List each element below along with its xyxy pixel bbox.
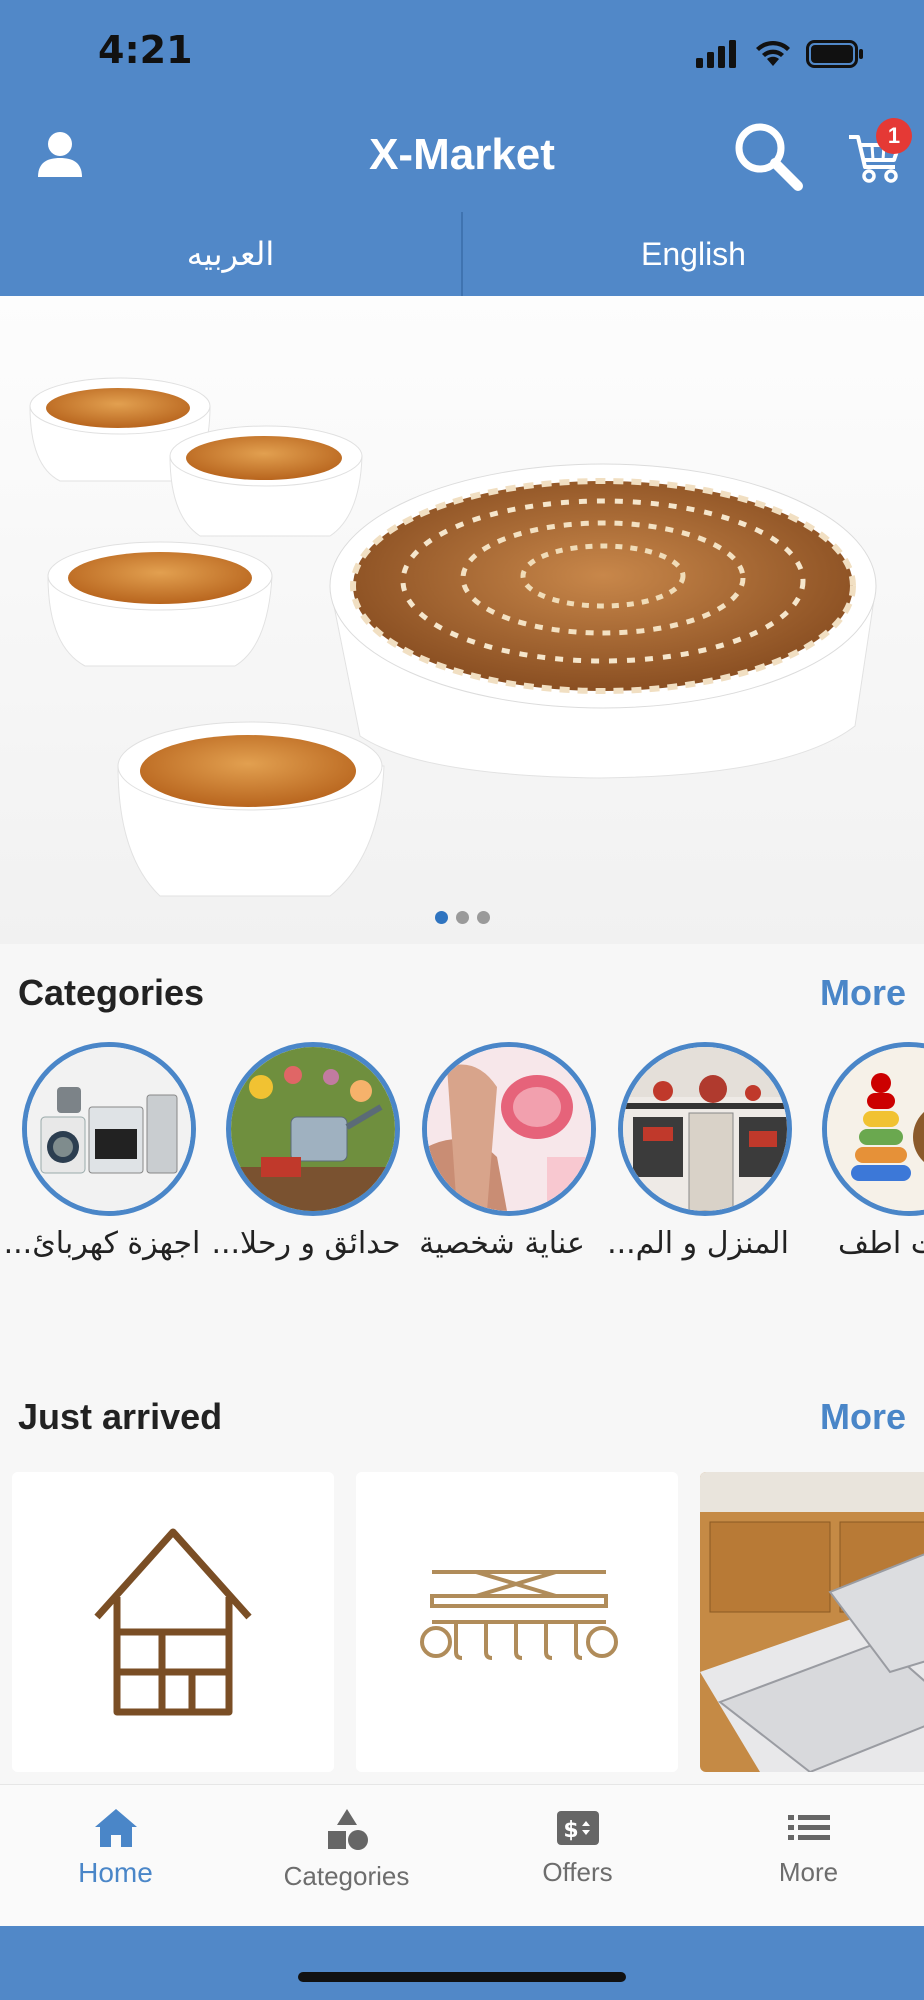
product-image-wall-rack <box>356 1472 678 1772</box>
arabic-language-button[interactable]: العربيه <box>0 212 461 296</box>
banner-dot-1[interactable] <box>434 911 448 924</box>
product-image-kitchen-mats <box>700 1472 924 1772</box>
status-time: 4:21 <box>98 28 193 72</box>
price-tag-icon: $ <box>556 1811 599 1845</box>
language-bar: العربيه English <box>0 212 924 296</box>
shapes-icon <box>327 1809 368 1850</box>
category-image-personal-care <box>422 1042 596 1216</box>
just-arrived-row <box>0 1472 924 1782</box>
category-label: المنزل و الم... <box>607 1226 789 1261</box>
banner-dot-3[interactable] <box>476 911 490 924</box>
home-indicator <box>298 1972 626 1982</box>
category-label: عات اطف <box>837 1226 924 1261</box>
english-language-button[interactable]: English <box>463 212 924 296</box>
category-item-home-kitchen[interactable]: المنزل و الم... <box>598 1042 798 1262</box>
banner-pagination <box>0 911 924 924</box>
categories-row: اجهزة كهربائ... حدائق و رحلا... عناية شخ… <box>0 1042 924 1282</box>
category-item-kids-toys[interactable]: عات اطف <box>802 1042 924 1262</box>
tab-label: Home <box>78 1857 153 1888</box>
category-image-appliances <box>22 1042 196 1216</box>
tab-label: More <box>778 1857 839 1887</box>
product-card-kitchen-mats[interactable] <box>700 1472 924 1772</box>
promo-banner[interactable] <box>0 296 924 944</box>
bottom-tab-bar: Home Categories $ Offers More <box>0 1784 924 1926</box>
tab-label: Categories <box>283 1861 410 1891</box>
just-arrived-title: Just arrived <box>18 1396 223 1437</box>
category-item-appliances[interactable]: اجهزة كهربائ... <box>2 1042 202 1262</box>
battery-icon <box>806 40 863 68</box>
category-image-kids-toys <box>822 1042 924 1216</box>
product-card-house-shelf[interactable] <box>12 1472 334 1772</box>
wifi-icon <box>756 40 790 66</box>
product-image-house-shelf <box>12 1472 334 1772</box>
search-button[interactable] <box>730 118 804 192</box>
tab-home[interactable]: Home <box>0 1785 231 1926</box>
ramekin-3 <box>47 541 273 667</box>
status-icons <box>696 36 864 72</box>
cart-count-badge: 1 <box>876 118 912 154</box>
product-card-wall-rack[interactable] <box>356 1472 678 1772</box>
just-arrived-more-link[interactable]: More <box>820 1396 906 1438</box>
category-label: اجهزة كهربائ... <box>3 1226 201 1261</box>
tab-label: Offers <box>542 1857 613 1887</box>
search-icon <box>735 123 803 191</box>
banner-image <box>29 377 877 897</box>
categories-title: Categories <box>18 972 205 1013</box>
category-item-garden[interactable]: حدائق و رحلا... <box>206 1042 406 1262</box>
tab-offers[interactable]: $ Offers <box>462 1785 693 1926</box>
category-image-home-kitchen <box>618 1042 792 1216</box>
bottom-safe-area <box>0 1926 924 2000</box>
banner-dot-2[interactable] <box>455 911 469 924</box>
signal-icon <box>696 40 736 68</box>
category-label: حدائق و رحلا... <box>211 1226 401 1261</box>
list-icon <box>787 1815 830 1840</box>
status-bar: 4:21 <box>0 0 924 100</box>
app-header: X-Market 1 <box>0 100 924 212</box>
tab-more[interactable]: More <box>693 1785 924 1926</box>
svg-text:$: $ <box>563 1818 578 1843</box>
tab-categories[interactable]: Categories <box>231 1785 462 1926</box>
cart-button[interactable]: 1 <box>840 118 912 192</box>
category-image-garden <box>226 1042 400 1216</box>
ramekin-4 <box>117 721 385 897</box>
category-item-personal-care[interactable]: عناية شخصية <box>402 1042 602 1262</box>
pie-dish <box>329 463 877 779</box>
home-icon <box>94 1809 137 1847</box>
category-label: عناية شخصية <box>419 1226 585 1261</box>
categories-more-link[interactable]: More <box>820 972 906 1014</box>
ramekin-2 <box>169 425 363 537</box>
